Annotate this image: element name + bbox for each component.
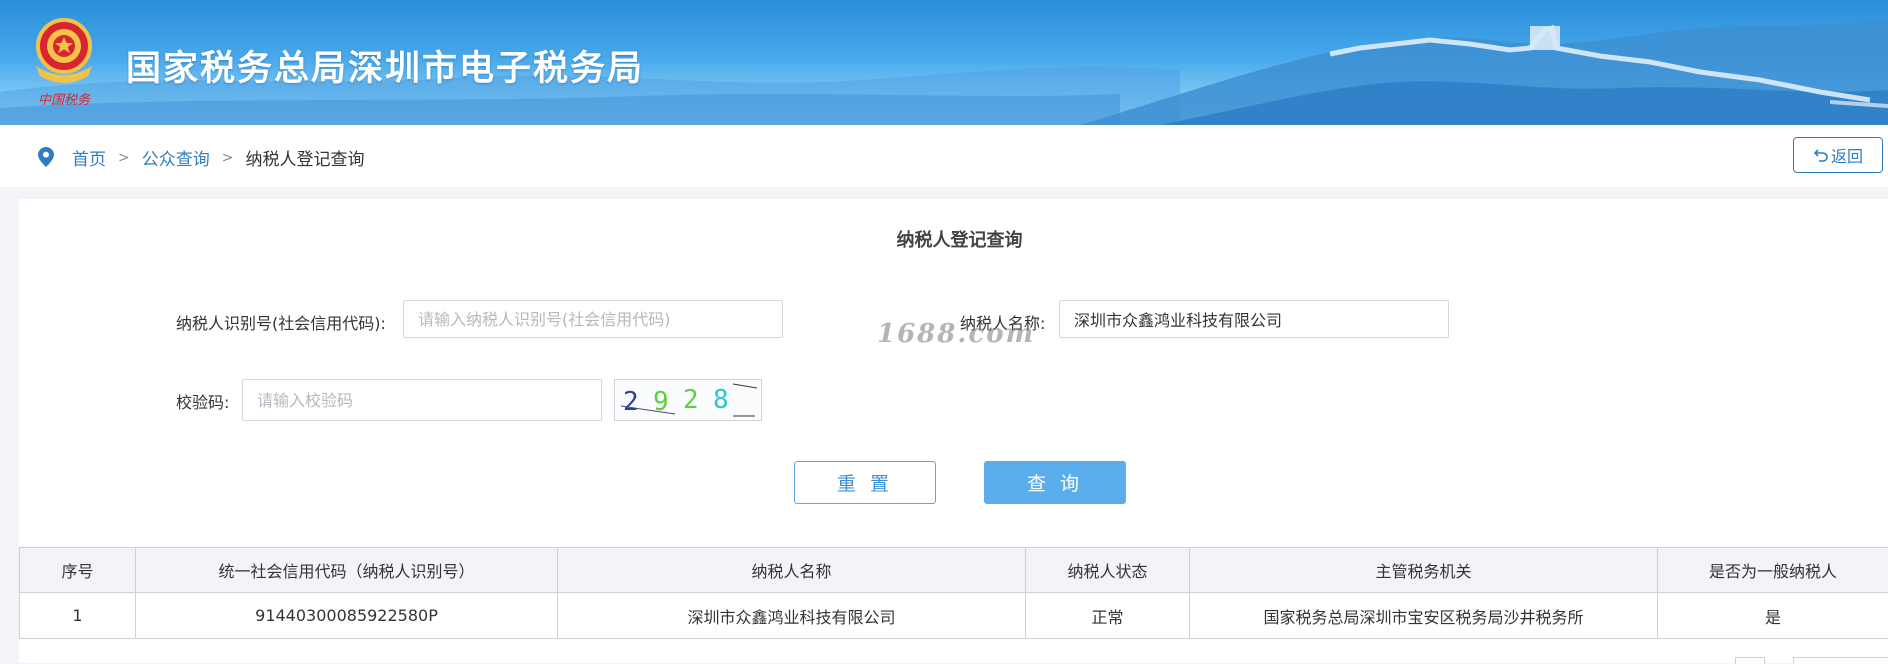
column-header: 纳税人名称 [558,548,1026,593]
table-cell: 是 [1658,593,1888,639]
location-pin-icon [38,147,54,167]
table-cell: 正常 [1026,593,1190,639]
captcha-digit: 8 [713,385,729,415]
form-title: 纳税人登记查询 [19,226,1888,252]
results-table: 序号 统一社会信用代码（纳税人识别号） 纳税人名称 纳税人状态 主管税务机关 是… [19,547,1888,639]
captcha-image[interactable]: 2 9 2 8 [614,379,762,421]
column-header: 统一社会信用代码（纳税人识别号） [136,548,558,593]
breadcrumb: 首页 > 公众查询 > 纳税人登记查询 [72,145,364,170]
watermark: 1688.com [877,319,1035,349]
table-header-row: 序号 统一社会信用代码（纳税人识别号） 纳税人名称 纳税人状态 主管税务机关 是… [20,548,1888,593]
header-banner: 中国税务 国家税务总局深圳市电子税务局 [0,0,1888,125]
undo-icon [1813,147,1829,163]
breadcrumb-bar: 首页 > 公众查询 > 纳税人登记查询 返回 [0,125,1888,187]
table-cell: 1 [20,593,136,639]
breadcrumb-public-query-link[interactable]: 公众查询 [142,145,210,170]
column-header: 是否为一般纳税人 [1658,548,1888,593]
captcha-input[interactable] [242,379,602,421]
query-button[interactable]: 查 询 [984,461,1126,504]
taxpayer-id-label: 纳税人识别号(社会信用代码): [176,310,386,334]
back-button[interactable]: 返回 [1793,137,1883,173]
query-panel: 纳税人登记查询 纳税人识别号(社会信用代码): 纳税人名称: 1688.com … [19,199,1888,663]
site-title: 国家税务总局深圳市电子税务局 [126,40,644,91]
taxpayer-name-input[interactable] [1059,300,1449,338]
taxpayer-id-input[interactable] [403,300,783,338]
captcha-digit: 9 [653,387,669,417]
captcha-label: 校验码: [176,389,229,413]
breadcrumb-separator: > [222,150,234,166]
back-button-label: 返回 [1831,143,1863,167]
svg-text:中国税务: 中国税务 [38,93,91,108]
column-header: 纳税人状态 [1026,548,1190,593]
captcha-digit: 2 [623,387,639,417]
captcha-digit: 2 [683,385,699,415]
reset-button[interactable]: 重 置 [794,461,936,504]
breadcrumb-home-link[interactable]: 首页 [72,145,106,170]
table-cell: 国家税务总局深圳市宝安区税务局沙井税务所 [1190,593,1658,639]
table-cell: 深圳市众鑫鸿业科技有限公司 [558,593,1026,639]
column-header: 序号 [20,548,136,593]
tax-emblem-icon: 中国税务 [24,10,104,110]
table-row: 1 91440300085922580P 深圳市众鑫鸿业科技有限公司 正常 国家… [20,593,1888,639]
breadcrumb-current: 纳税人登记查询 [245,145,364,170]
table-cell: 91440300085922580P [136,593,558,639]
breadcrumb-separator: > [118,150,130,166]
column-header: 主管税务机关 [1190,548,1658,593]
